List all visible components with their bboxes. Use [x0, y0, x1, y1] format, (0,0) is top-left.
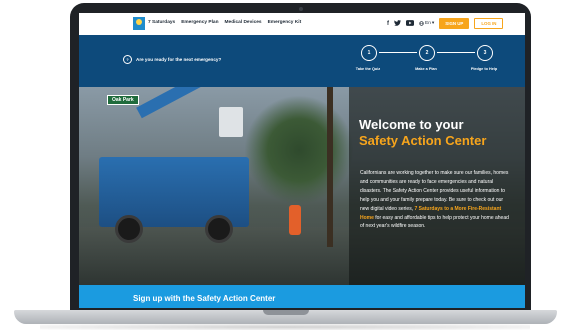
- step-1-label[interactable]: Take the Quiz: [343, 67, 393, 71]
- question-mark-icon: ?: [123, 55, 132, 64]
- language-label: En: [425, 21, 431, 26]
- step-3-label[interactable]: Pledge to Help: [459, 67, 509, 71]
- hero-body: Californians are working together to mak…: [360, 169, 510, 231]
- hero-title: Welcome to your Safety Action Center: [359, 117, 519, 149]
- nav-links: 7 Saturdays Emergency Plan Medical Devic…: [148, 20, 301, 25]
- laptop-screen: 7 Saturdays Emergency Plan Medical Devic…: [79, 13, 525, 308]
- truck-wheel: [115, 215, 143, 243]
- laptop-shadow: [40, 324, 530, 330]
- log-in-button[interactable]: LOG IN: [474, 18, 504, 29]
- sign-up-button[interactable]: SIGN UP: [439, 18, 470, 29]
- nav-link-7-saturdays[interactable]: 7 Saturdays: [148, 20, 175, 25]
- step-2-label[interactable]: Make a Plan: [401, 67, 451, 71]
- street-sign: Oak Park: [107, 95, 139, 105]
- truck-bucket: [219, 107, 243, 137]
- hero-trees: [244, 95, 354, 205]
- nav-right: f En ▾ SIGN UP LOG IN: [387, 18, 504, 29]
- webcam-icon: [299, 7, 303, 11]
- globe-icon: [419, 21, 424, 26]
- site-logo[interactable]: [133, 17, 145, 30]
- nav-link-medical-devices[interactable]: Medical Devices: [225, 20, 262, 25]
- utility-pole: [327, 87, 333, 247]
- hero-title-line-2: Safety Action Center: [359, 133, 487, 148]
- twitter-icon[interactable]: [394, 19, 401, 28]
- signup-heading: Sign up with the Safety Action Center: [133, 294, 276, 303]
- hero-title-line-1: Welcome to your: [359, 117, 464, 132]
- youtube-icon[interactable]: [406, 19, 414, 28]
- step-connector-2: [437, 52, 475, 53]
- step-1-circle[interactable]: 1: [361, 45, 377, 61]
- step-connector-1: [379, 52, 417, 53]
- readiness-question: ? Are you ready for the next emergency?: [123, 55, 221, 64]
- nav-link-emergency-plan[interactable]: Emergency Plan: [181, 20, 218, 25]
- laptop-base-notch: [263, 310, 309, 315]
- chevron-down-icon: ▾: [431, 21, 435, 26]
- signup-band: Sign up with the Safety Action Center: [79, 285, 525, 308]
- step-2-circle[interactable]: 2: [419, 45, 435, 61]
- hero-section: Oak Park Welcome to your Safety Action C…: [79, 87, 525, 285]
- readiness-steps: ? Are you ready for the next emergency? …: [79, 35, 525, 87]
- truck-wheel: [205, 215, 233, 243]
- language-selector[interactable]: En ▾: [419, 21, 434, 26]
- readiness-question-text: Are you ready for the next emergency?: [136, 57, 222, 62]
- step-3-circle[interactable]: 3: [477, 45, 493, 61]
- top-nav: 7 Saturdays Emergency Plan Medical Devic…: [79, 13, 525, 35]
- utility-worker: [289, 205, 301, 235]
- facebook-icon[interactable]: f: [387, 21, 389, 27]
- hero-body-text-2: for easy and affordable tips to help pro…: [360, 214, 509, 230]
- nav-link-emergency-kit[interactable]: Emergency Kit: [268, 20, 302, 25]
